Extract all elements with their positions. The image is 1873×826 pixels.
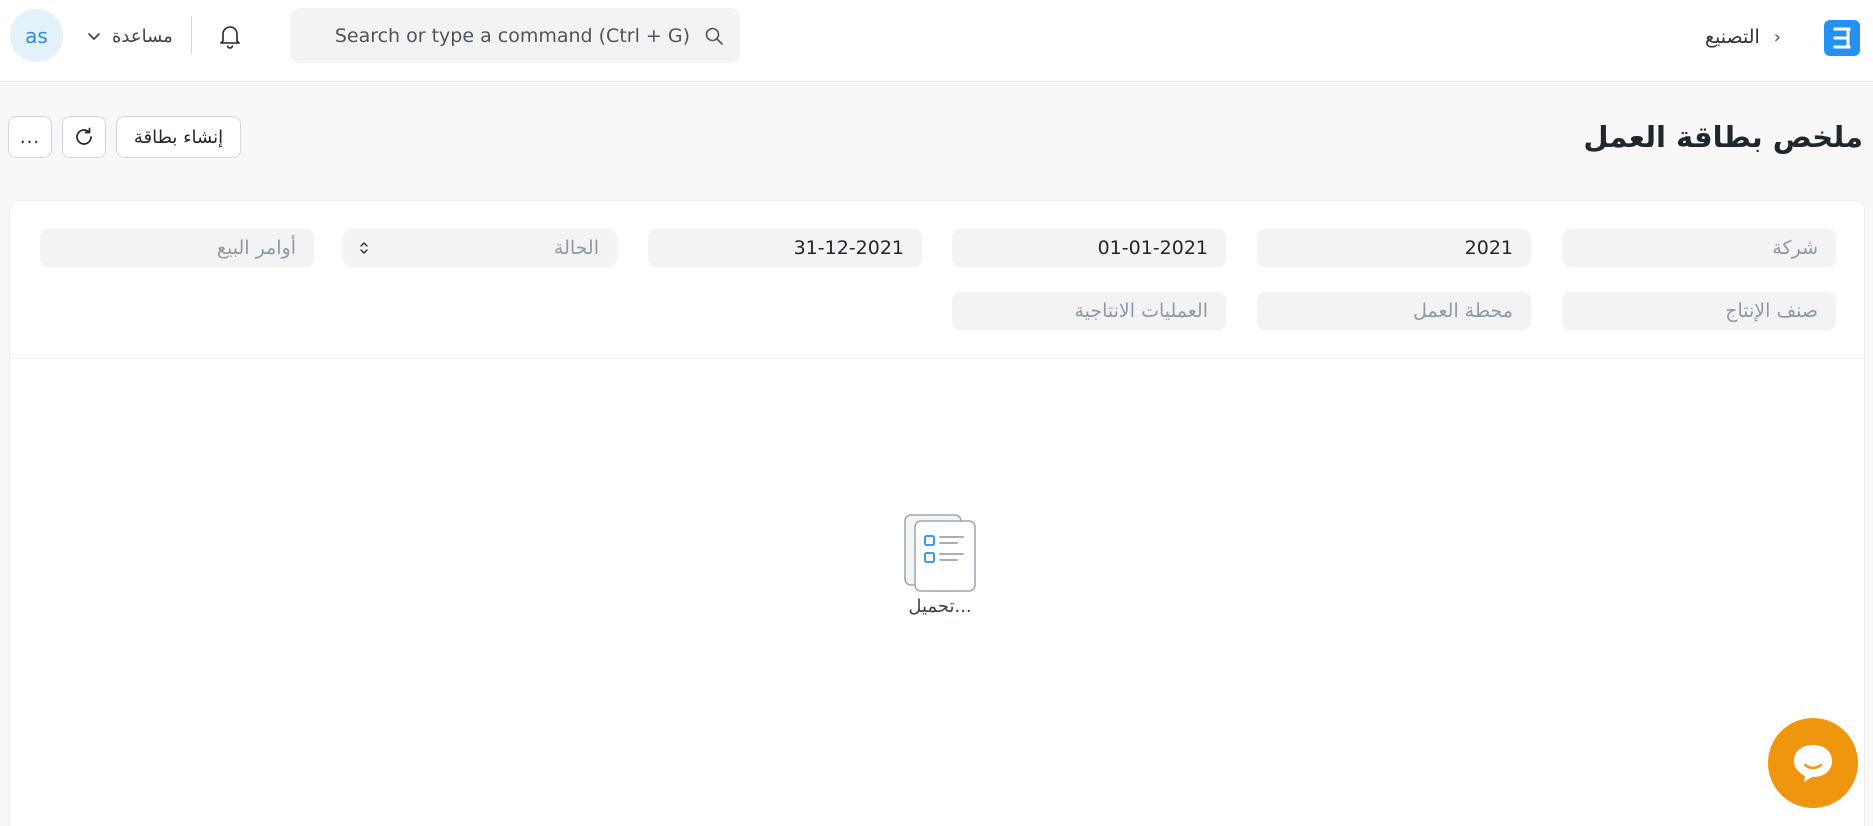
workstation-placeholder: محطة العمل	[1413, 300, 1513, 322]
bell-icon	[220, 26, 240, 49]
status-select[interactable]: الحالة	[343, 229, 617, 267]
fiscal-year-filter[interactable]: 2021	[1257, 229, 1531, 267]
search-input[interactable]: Search or type a command (Ctrl + G)	[335, 25, 690, 47]
breadcrumb: التصنيع ›	[1705, 22, 1781, 52]
operation-filter[interactable]: العمليات الانتاجية	[952, 292, 1226, 330]
operation-placeholder: العمليات الانتاجية	[1074, 300, 1208, 322]
navbar: as مساعدة Search or type a command (Ctrl…	[0, 0, 1873, 82]
refresh-button[interactable]	[62, 116, 106, 158]
app-logo[interactable]	[1824, 20, 1860, 56]
sales-orders-filter[interactable]: أوامر البيع	[40, 229, 314, 267]
create-card-button[interactable]: إنشاء بطاقة	[116, 116, 241, 158]
help-dropdown[interactable]: مساعدة	[86, 20, 173, 52]
loading-list-icon	[904, 514, 976, 592]
to-date-filter[interactable]: 31-12-2021	[648, 229, 922, 267]
filter-divider	[10, 358, 1864, 359]
company-filter-placeholder: شركة	[1772, 237, 1818, 259]
company-filter[interactable]: شركة	[1562, 229, 1836, 267]
notifications-button[interactable]	[215, 20, 245, 52]
from-date-value: 01-01-2021	[1097, 237, 1208, 259]
fiscal-year-value: 2021	[1464, 237, 1513, 259]
user-avatar[interactable]: as	[10, 9, 63, 62]
production-item-placeholder: صنف الإنتاج	[1725, 300, 1818, 322]
search-icon	[705, 27, 723, 45]
production-item-filter[interactable]: صنف الإنتاج	[1562, 292, 1836, 330]
breadcrumb-item-manufacturing[interactable]: التصنيع	[1705, 26, 1760, 48]
ellipsis-icon: ...	[19, 126, 41, 148]
awesomebar-search[interactable]: Search or type a command (Ctrl + G)	[290, 8, 740, 63]
chevron-down-icon	[88, 33, 100, 40]
more-actions-button[interactable]: ...	[8, 116, 52, 158]
create-card-label: إنشاء بطاقة	[133, 126, 224, 148]
help-label: مساعدة	[112, 25, 173, 47]
to-date-value: 31-12-2021	[793, 237, 904, 259]
chevron-right-icon: ›	[1773, 26, 1781, 48]
page-title: ملخص بطاقة العمل	[1583, 120, 1863, 154]
select-arrows-icon	[360, 242, 368, 254]
workstation-filter[interactable]: محطة العمل	[1257, 292, 1531, 330]
report-card: شركة 2021 01-01-2021 31-12-2021 الحالة أ…	[9, 200, 1865, 826]
avatar-initials: as	[25, 23, 48, 48]
status-placeholder: الحالة	[553, 237, 599, 259]
chat-bubble-icon	[1794, 745, 1832, 782]
chat-button[interactable]	[1768, 718, 1858, 808]
erpnext-logo-icon	[1833, 27, 1851, 49]
navbar-divider	[191, 16, 192, 54]
sales-orders-placeholder: أوامر البيع	[216, 237, 296, 259]
refresh-icon	[76, 127, 92, 145]
from-date-filter[interactable]: 01-01-2021	[952, 229, 1226, 267]
loading-text: تحميل...	[908, 596, 972, 617]
